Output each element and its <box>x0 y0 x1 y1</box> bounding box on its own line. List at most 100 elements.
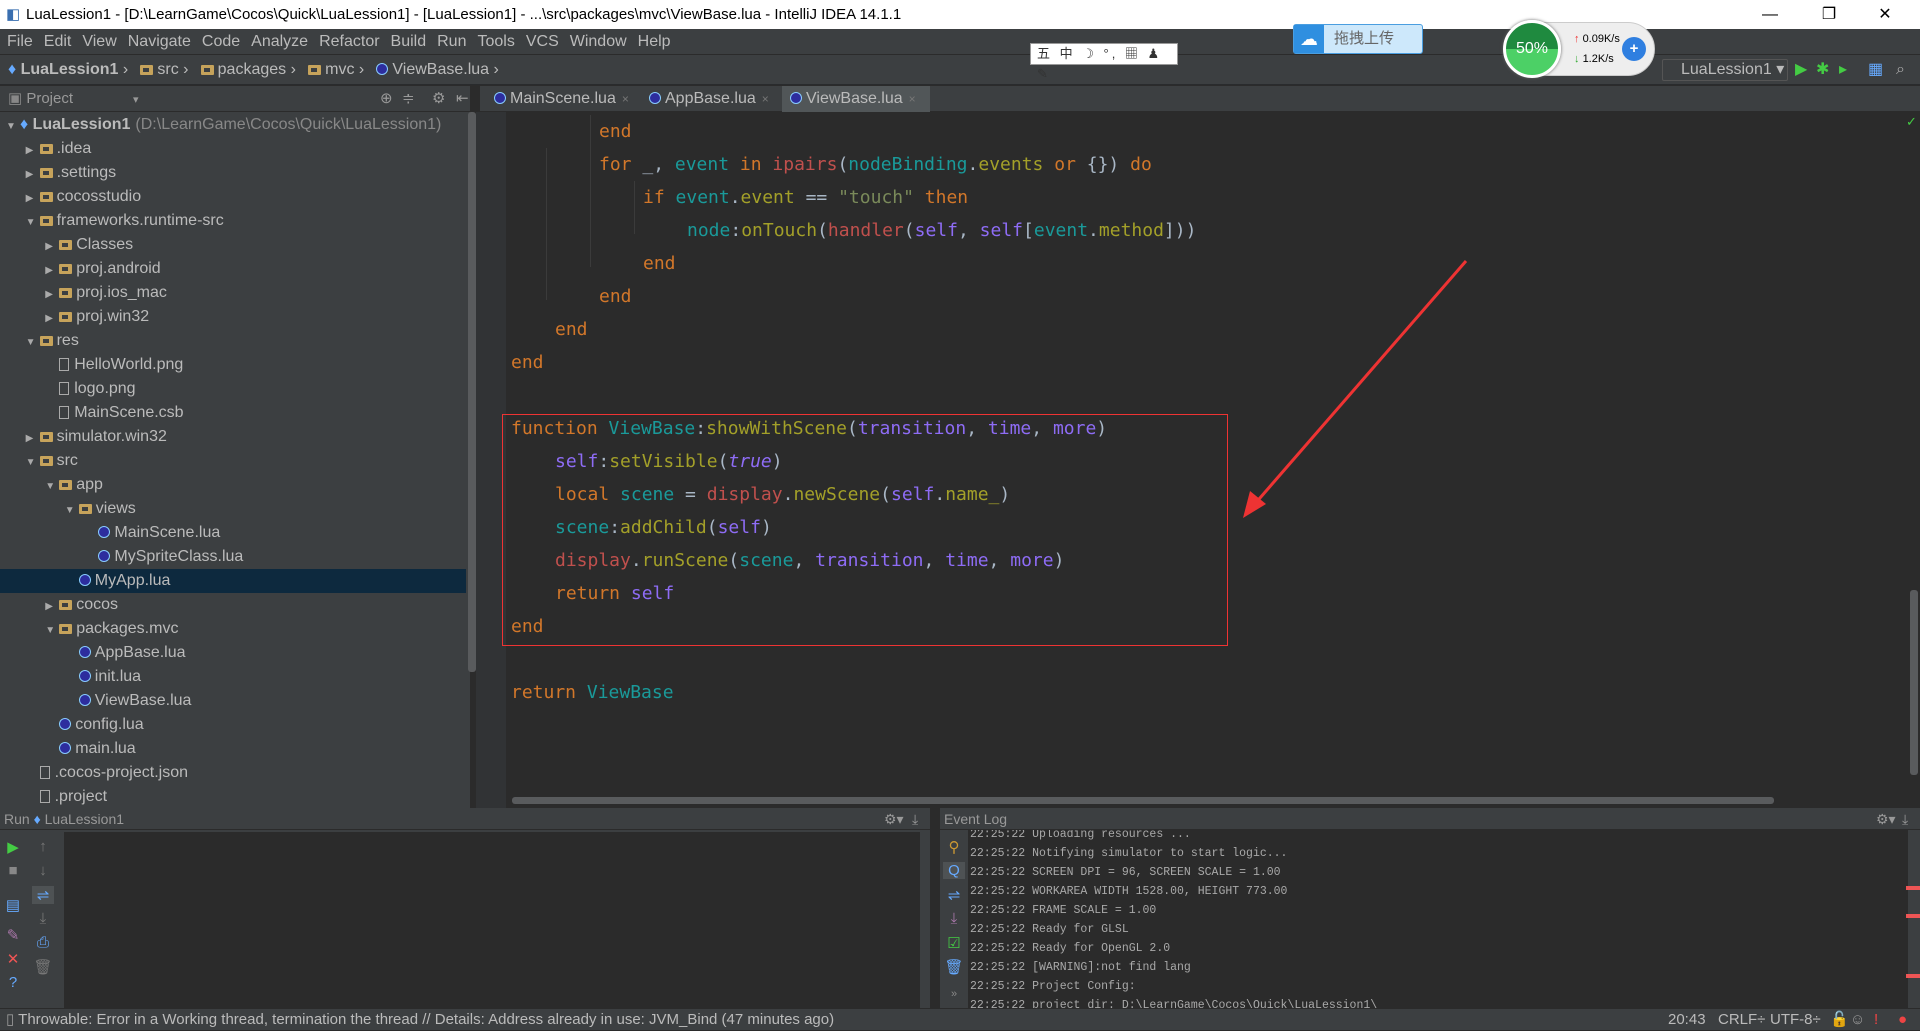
close-tab-icon[interactable]: × <box>622 92 629 106</box>
menu-analyze[interactable]: Analyze <box>251 33 308 50</box>
editor-horizontal-scrollbar[interactable] <box>512 797 1774 804</box>
tree-item[interactable]: ▶ Classes <box>0 233 466 257</box>
collapsed-arrow-icon[interactable]: ▶ <box>26 139 40 163</box>
clear-icon[interactable]: 🗑 <box>32 958 54 976</box>
mark-read-icon[interactable]: ☑ <box>943 934 965 952</box>
tree-item[interactable]: ▼ packages.mvc <box>0 617 466 641</box>
code-editor[interactable]: end for _, event in ipairs(nodeBinding.ev… <box>506 112 1920 808</box>
expanded-arrow-icon[interactable]: ▼ <box>45 619 59 643</box>
expanded-arrow-icon[interactable]: ▼ <box>6 115 20 139</box>
rerun-icon[interactable]: ▶ <box>2 838 24 856</box>
menu-file[interactable]: File <box>7 33 33 50</box>
expanded-arrow-icon[interactable]: ▼ <box>26 451 40 475</box>
collapsed-arrow-icon[interactable]: ▶ <box>45 595 59 619</box>
code-line[interactable]: for _, event in ipairs(nodeBinding.event… <box>599 148 1152 181</box>
scroll-from-source-icon[interactable]: ⊕ <box>380 86 393 112</box>
debug-icon[interactable]: ✱ <box>1816 55 1829 85</box>
tree-item[interactable]: MyApp.lua <box>0 569 466 593</box>
soft-wrap-icon[interactable]: ⇌ <box>943 886 965 904</box>
menu-view[interactable]: View <box>82 33 116 50</box>
editor-vertical-scrollbar[interactable] <box>1910 590 1918 775</box>
collapsed-arrow-icon[interactable]: ▶ <box>26 163 40 187</box>
tree-item[interactable]: main.lua <box>0 737 466 761</box>
soft-wrap-icon[interactable]: ⇌ <box>32 886 54 904</box>
tree-item[interactable]: .cocos-project.json <box>0 761 466 785</box>
run-config-select[interactable]: LuaLession1 ▾ <box>1662 59 1788 81</box>
ime-toolbar[interactable]: 五 中 ☽ °, ▦ ♟ ✎ <box>1030 43 1178 81</box>
tree-item[interactable]: logo.png <box>0 377 466 401</box>
breadcrumb-packages[interactable]: packages › <box>200 55 296 85</box>
tree-item[interactable]: MySpriteClass.lua <box>0 545 466 569</box>
gear-icon[interactable]: ⚙ <box>432 86 445 112</box>
menu-navigate[interactable]: Navigate <box>128 33 191 50</box>
tree-item[interactable]: ▶ proj.win32 <box>0 305 466 329</box>
code-line[interactable]: node:onTouch(handler(self, self[event.me… <box>687 214 1196 247</box>
code-line[interactable]: return ViewBase <box>511 676 674 709</box>
plus-icon[interactable]: + <box>1622 37 1646 61</box>
code-line[interactable]: display.runScene(scene, transition, time… <box>555 544 1064 577</box>
code-line[interactable]: end <box>511 346 544 379</box>
collapsed-arrow-icon[interactable]: ▶ <box>26 187 40 211</box>
error-icon[interactable]: ● <box>1898 1009 1907 1031</box>
code-line[interactable]: function ViewBase:showWithScene(transiti… <box>511 412 1107 445</box>
gear-icon[interactable]: ⚙▾ <box>1876 808 1896 830</box>
menu-window[interactable]: Window <box>570 33 627 50</box>
tree-item[interactable]: init.lua <box>0 665 466 689</box>
tree-scrollbar[interactable] <box>468 112 476 672</box>
tree-item[interactable]: ▼ frameworks.runtime-src <box>0 209 466 233</box>
error-marker[interactable] <box>1906 914 1920 918</box>
upload-widget[interactable]: ☁ 拖拽上传 <box>1293 24 1423 54</box>
breadcrumb-file[interactable]: ViewBase.lua › <box>376 55 499 85</box>
expanded-arrow-icon[interactable]: ▼ <box>26 331 40 355</box>
tree-item[interactable]: ▼ views <box>0 497 466 521</box>
error-marker[interactable] <box>1906 886 1920 890</box>
breadcrumb-mvc[interactable]: mvc › <box>308 55 364 85</box>
help-icon[interactable]: ? <box>2 974 24 991</box>
code-line[interactable]: self:setVisible(true) <box>555 445 783 478</box>
tree-item[interactable]: MainScene.lua <box>0 521 466 545</box>
event-log-content[interactable]: 22:25:22 Uploading resources ... 22:25:22… <box>968 830 1908 1008</box>
collapse-all-icon[interactable]: ≑ <box>402 86 415 112</box>
hide-panel-icon[interactable]: ⤓ <box>912 808 918 830</box>
project-structure-icon[interactable]: ▦ <box>1868 55 1883 85</box>
breadcrumb-src[interactable]: src › <box>140 55 188 85</box>
code-line[interactable]: end <box>643 247 676 280</box>
coverage-icon[interactable]: ▸ <box>1839 55 1847 85</box>
line-separator[interactable]: CRLF÷ <box>1718 1009 1765 1031</box>
lock-icon[interactable]: 🔓 <box>1830 1009 1849 1031</box>
inspector-icon[interactable]: ☺ <box>1850 1009 1865 1031</box>
restore-button[interactable]: ❐ <box>1806 0 1852 29</box>
tree-item[interactable]: ▶ .idea <box>0 137 466 161</box>
scroll-to-end-icon[interactable]: ⤓ <box>943 910 965 927</box>
run-icon[interactable]: ▶ <box>1795 55 1807 85</box>
pin-icon[interactable]: ✎ <box>2 926 24 944</box>
tree-item[interactable]: ▶ proj.ios_mac <box>0 281 466 305</box>
tree-item[interactable]: AppBase.lua <box>0 641 466 665</box>
tree-item[interactable]: MainScene.csb <box>0 401 466 425</box>
layout-icon[interactable]: ▤ <box>2 896 24 914</box>
down-arrow-icon[interactable]: ↓ <box>32 862 54 879</box>
collapsed-arrow-icon[interactable]: ▶ <box>26 427 40 451</box>
expanded-arrow-icon[interactable]: ▼ <box>45 475 59 499</box>
code-line[interactable]: if event.event == "touch" then <box>643 181 968 214</box>
menu-edit[interactable]: Edit <box>44 33 72 50</box>
tab-appbase-lua[interactable]: AppBase.lua × <box>641 86 777 112</box>
scroll-to-end-icon[interactable]: ⤓ <box>32 910 54 927</box>
tree-item[interactable]: ▶ cocos <box>0 593 466 617</box>
code-line[interactable]: end <box>599 115 632 148</box>
code-line[interactable]: local scene = display.newScene(self.name… <box>555 478 1010 511</box>
menu-vcs[interactable]: VCS <box>526 33 559 50</box>
tree-item[interactable]: ▼ ♦ LuaLession1 (D:\LearnGame\Cocos\Quick\… <box>0 113 466 137</box>
tree-item[interactable]: ▶ cocosstudio <box>0 185 466 209</box>
clear-icon[interactable]: 🗑 <box>943 958 965 976</box>
expanded-arrow-icon[interactable]: ▼ <box>65 499 79 523</box>
tab-mainscene-lua[interactable]: MainScene.lua × <box>486 86 636 112</box>
tree-item[interactable]: ▼ res <box>0 329 466 353</box>
menu-help[interactable]: Help <box>638 33 671 50</box>
tree-item[interactable]: config.lua <box>0 713 466 737</box>
more-icon[interactable]: » <box>943 988 965 1000</box>
tree-item[interactable]: ViewBase.lua <box>0 689 466 713</box>
settings-icon[interactable]: ⚲ <box>943 838 965 856</box>
caret-position[interactable]: 20:43 <box>1668 1009 1706 1031</box>
code-line[interactable]: end <box>599 280 632 313</box>
